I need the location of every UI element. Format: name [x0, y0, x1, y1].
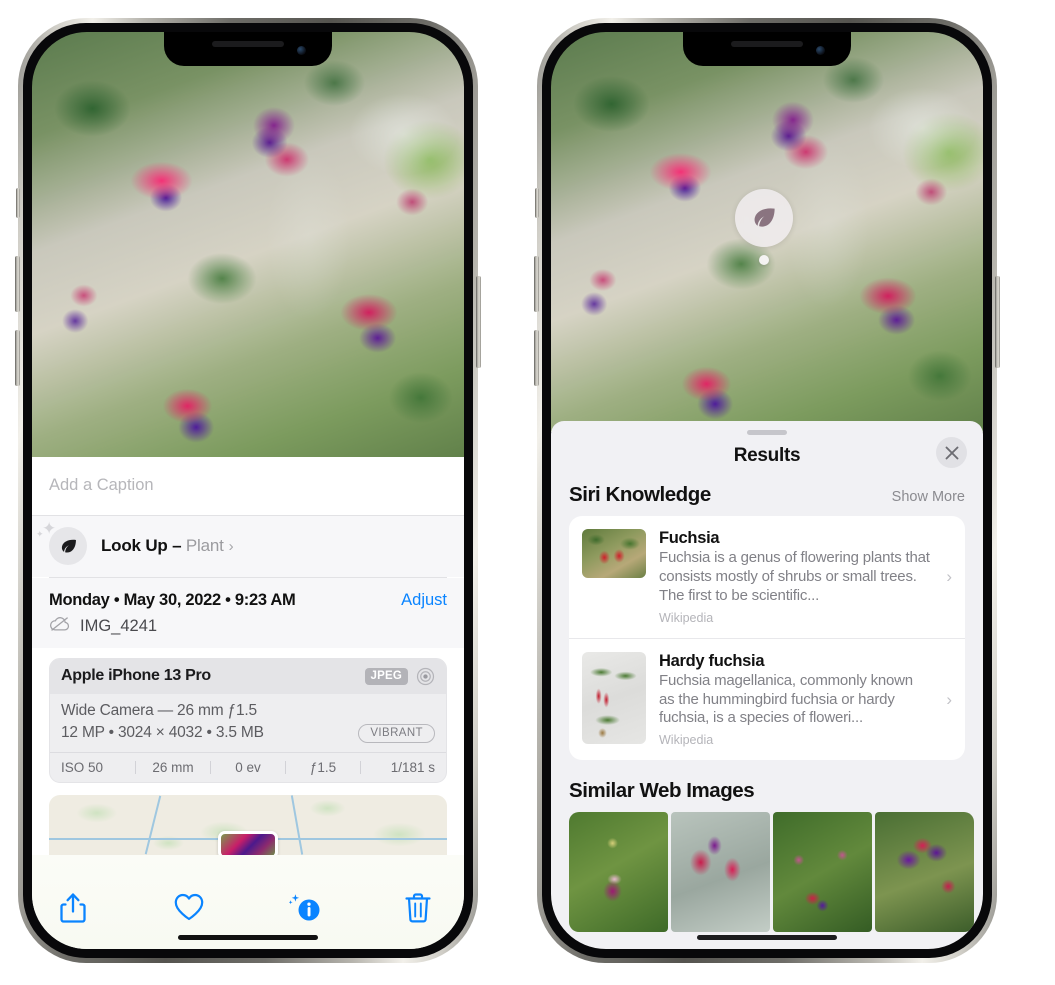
- exif-ev: 0 ev: [235, 759, 261, 775]
- exif-aperture: ƒ1.5: [309, 759, 337, 775]
- results-sheet: Results Siri Knowledge Show More Fuchsia…: [551, 421, 983, 949]
- leaf-badge-icon[interactable]: [735, 189, 793, 265]
- results-header: Results: [551, 435, 983, 481]
- leaf-badge-bubble: [735, 189, 793, 247]
- heart-icon[interactable]: [173, 892, 207, 926]
- camera-card-badges: JPEG: [364, 667, 435, 686]
- leaf-badge-pointer: [759, 255, 769, 265]
- knowledge-thumbnail: [582, 529, 646, 578]
- adjust-button[interactable]: Adjust: [401, 591, 447, 610]
- notch: [164, 32, 332, 66]
- screen-right: Results Siri Knowledge Show More Fuchsia…: [551, 32, 983, 949]
- front-camera-icon: [297, 46, 306, 55]
- knowledge-title: Hardy fuchsia: [659, 651, 765, 670]
- exif-focal: 26 mm: [152, 759, 194, 775]
- exif-iso: ISO 50: [61, 759, 104, 775]
- show-more-button[interactable]: Show More: [892, 489, 965, 505]
- speaker-grille: [212, 41, 284, 47]
- front-camera-icon: [816, 46, 825, 55]
- siri-knowledge-header: Siri Knowledge Show More: [551, 481, 983, 516]
- close-icon[interactable]: [936, 437, 967, 468]
- knowledge-description: Fuchsia is a genus of flowering plants t…: [659, 549, 930, 604]
- volume-down-button[interactable]: [15, 330, 20, 386]
- page-title: Results: [733, 445, 801, 466]
- volume-up-button[interactable]: [534, 256, 539, 312]
- volume-down-button[interactable]: [534, 330, 539, 386]
- speaker-grille: [731, 41, 803, 47]
- map-photo-pin[interactable]: [218, 831, 278, 856]
- map-road: [145, 795, 162, 855]
- look-up-label: Look Up – Plant ›: [101, 536, 234, 556]
- sparkle-small-icon: ✦: [36, 529, 44, 539]
- format-badge: JPEG: [364, 667, 408, 685]
- similar-web-images-header: Similar Web Images: [551, 760, 983, 812]
- photo-viewer-left[interactable]: [32, 32, 464, 457]
- knowledge-thumbnail: [582, 651, 646, 744]
- home-indicator[interactable]: [697, 935, 837, 940]
- knowledge-body: Hardy fuchsia Fuchsia magellanica, commo…: [659, 652, 953, 748]
- chevron-right-icon: ›: [228, 538, 234, 555]
- knowledge-body: Fuchsia Fuchsia is a genus of flowering …: [659, 529, 953, 625]
- share-icon[interactable]: [58, 892, 92, 926]
- sparkle-icon: ✦: [42, 519, 57, 538]
- web-image-thumbnail[interactable]: [773, 812, 872, 933]
- iphone-right-device: Results Siri Knowledge Show More Fuchsia…: [534, 18, 1000, 963]
- home-indicator[interactable]: [178, 935, 318, 940]
- look-up-icon-wrap: ✦ ✦: [36, 520, 87, 565]
- chevron-right-icon: ›: [946, 566, 952, 586]
- aperture-icon: [416, 667, 435, 686]
- web-image-thumbnail[interactable]: [671, 812, 770, 933]
- siri-knowledge-card: Fuchsia Fuchsia is a genus of flowering …: [569, 516, 965, 761]
- capture-date: Monday • May 30, 2022 • 9:23 AM: [49, 590, 296, 609]
- resolution-info: 12 MP • 3024 × 4032 • 3.5 MB: [61, 724, 264, 742]
- section-title: Similar Web Images: [569, 779, 755, 803]
- camera-metadata-card: Apple iPhone 13 Pro JPEG Wide Camera — 2…: [49, 657, 447, 784]
- look-up-prefix: Look Up –: [101, 536, 186, 555]
- location-map[interactable]: [49, 795, 447, 856]
- knowledge-description: Fuchsia magellanica, commonly known as t…: [659, 671, 913, 727]
- power-button[interactable]: [995, 276, 1000, 368]
- map-road: [290, 795, 303, 855]
- knowledge-source: Wikipedia: [659, 733, 714, 748]
- exif-shutter: 1/181 s: [390, 759, 435, 775]
- notch: [683, 32, 851, 66]
- web-image-thumbnail[interactable]: [875, 812, 974, 933]
- file-name: IMG_4241: [80, 616, 158, 635]
- mute-switch[interactable]: [535, 188, 539, 218]
- camera-card-header: Apple iPhone 13 Pro JPEG: [50, 658, 446, 694]
- knowledge-title: Fuchsia: [659, 529, 720, 547]
- list-item[interactable]: Fuchsia Fuchsia is a genus of flowering …: [569, 516, 965, 638]
- camera-card-body: Wide Camera — 26 mm ƒ1.5 12 MP • 3024 × …: [50, 694, 446, 752]
- exif-row: ISO 50 26 mm 0 ev ƒ1.5 1/181 s: [50, 751, 446, 783]
- photo-info-sheet: Add a Caption ✦ ✦ Look Up – Plant › Mond…: [32, 457, 464, 949]
- look-up-subject: Plant: [185, 536, 224, 555]
- list-item[interactable]: Hardy fuchsia Fuchsia magellanica, commo…: [569, 637, 965, 761]
- phone-bezel: Results Siri Knowledge Show More Fuchsia…: [542, 23, 992, 958]
- photographic-style-badge: VIBRANT: [358, 723, 435, 743]
- screen-left: Add a Caption ✦ ✦ Look Up – Plant › Mond…: [32, 32, 464, 949]
- chevron-right-icon: ›: [946, 689, 952, 709]
- web-image-thumbnail[interactable]: [569, 812, 668, 933]
- volume-up-button[interactable]: [15, 256, 20, 312]
- mute-switch[interactable]: [16, 188, 20, 218]
- icloud-off-icon: [49, 616, 71, 637]
- caption-input[interactable]: Add a Caption: [32, 457, 464, 516]
- lens-info: Wide Camera — 26 mm ƒ1.5: [61, 701, 257, 719]
- phone-bezel: Add a Caption ✦ ✦ Look Up – Plant › Mond…: [23, 23, 473, 958]
- iphone-left-device: Add a Caption ✦ ✦ Look Up – Plant › Mond…: [15, 18, 481, 963]
- look-up-row[interactable]: ✦ ✦ Look Up – Plant ›: [32, 516, 464, 577]
- device-name: Apple iPhone 13 Pro: [61, 667, 211, 685]
- similar-web-images-strip[interactable]: [551, 812, 983, 933]
- knowledge-source: Wikipedia: [659, 610, 714, 625]
- date-block: Monday • May 30, 2022 • 9:23 AM Adjust I…: [32, 577, 464, 648]
- date-row: Monday • May 30, 2022 • 9:23 AM Adjust: [49, 591, 447, 610]
- resolution-row: 12 MP • 3024 × 4032 • 3.5 MB VIBRANT: [61, 723, 435, 743]
- trash-icon[interactable]: [404, 892, 438, 926]
- file-row: IMG_4241: [49, 616, 447, 637]
- section-title: Siri Knowledge: [569, 483, 711, 506]
- info-icon[interactable]: [288, 892, 323, 926]
- power-button[interactable]: [476, 276, 481, 368]
